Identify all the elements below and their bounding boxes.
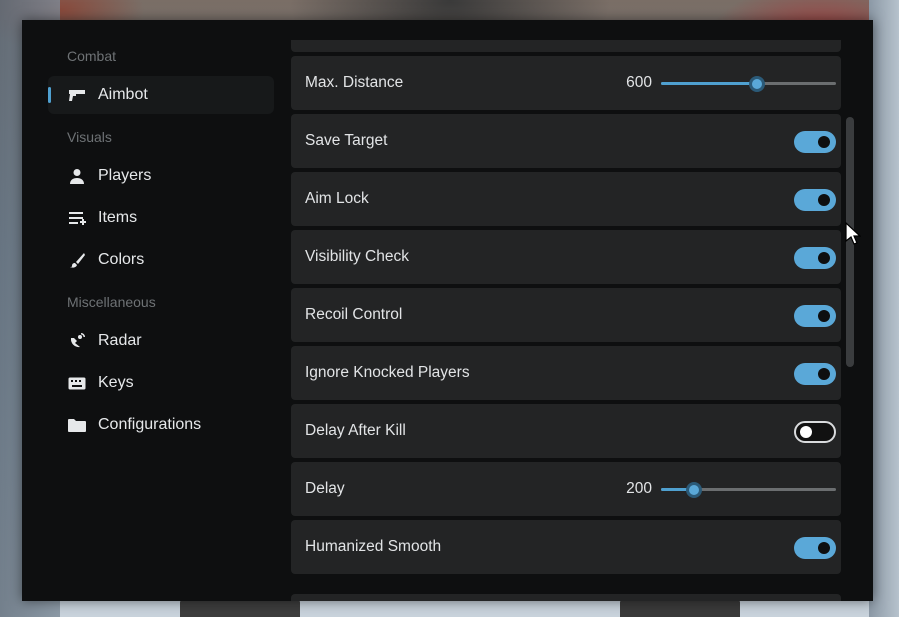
setting-label: Humanized Smooth [305,538,442,555]
max-distance-slider[interactable] [661,76,836,92]
sidebar-item-label: Radar [98,332,142,349]
setting-ignore-knocked-players: Ignore Knocked Players [291,346,841,400]
slider-value: 200 [626,480,652,497]
setting-label: Delay After Kill [305,422,406,439]
satellite-dish-icon [68,333,86,349]
slider-fill [661,82,758,85]
delay-after-kill-toggle[interactable] [794,421,836,443]
list-add-icon [68,210,86,226]
setting-aim-lock: Aim Lock [291,172,841,226]
setting-delay: Delay 200 [291,462,841,516]
sidebar-item-configurations[interactable]: Configurations [48,406,274,444]
setting-label: Visibility Check [305,248,409,265]
sidebar-item-label: Colors [98,251,145,268]
section-label-visuals: Visuals [67,129,112,145]
slider-handle[interactable] [686,482,703,498]
sidebar-item-radar[interactable]: Radar [48,322,274,360]
humanized-smooth-toggle[interactable] [794,537,836,559]
aim-lock-toggle[interactable] [794,189,836,211]
slider-handle[interactable] [749,76,766,92]
setting-max-distance: Max. Distance 600 [291,56,841,110]
toggle-knob [818,310,830,322]
setting-delay-after-kill: Delay After Kill [291,404,841,458]
sidebar-item-colors[interactable]: Colors [48,241,274,279]
sidebar-item-keys[interactable]: Keys [48,364,274,402]
brush-icon [68,252,86,268]
mouse-cursor-icon [845,221,862,251]
person-icon [68,168,86,184]
setting-label: Delay [305,480,345,497]
setting-recoil-control: Recoil Control [291,288,841,342]
setting-label: Aim Lock [305,190,369,207]
toggle-knob [818,136,830,148]
ignore-knocked-players-toggle[interactable] [794,363,836,385]
sidebar-item-label: Players [98,167,152,184]
setting-visibility-check: Visibility Check [291,230,841,284]
sidebar-item-label: Aimbot [98,86,148,103]
setting-label: Max. Distance [305,74,404,91]
folder-icon [68,417,86,433]
setting-humanized-smooth: Humanized Smooth [291,520,841,574]
setting-label: Ignore Knocked Players [305,364,470,381]
setting-save-target: Save Target [291,114,841,168]
settings-list: Max. Distance 600 Save Target Aim Lock V… [291,20,843,601]
toggle-knob [818,542,830,554]
slider-value: 600 [626,74,652,91]
setting-label: Save Target [305,132,388,149]
toggle-knob [800,426,812,438]
sidebar: Combat Aimbot Visuals Players Items Colo… [22,20,290,601]
toggle-knob [818,252,830,264]
settings-row-partial [291,40,841,52]
active-indicator [48,87,51,103]
gun-icon [68,87,86,103]
sidebar-item-players[interactable]: Players [48,157,274,195]
delay-slider[interactable] [661,482,836,498]
visibility-check-toggle[interactable] [794,247,836,269]
keyboard-icon [68,375,86,391]
settings-window: Combat Aimbot Visuals Players Items Colo… [22,20,873,601]
background-decoration [869,0,899,617]
toggle-knob [818,368,830,380]
toggle-knob [818,194,830,206]
sidebar-item-items[interactable]: Items [48,199,274,237]
section-label-miscellaneous: Miscellaneous [67,294,156,310]
recoil-control-toggle[interactable] [794,305,836,327]
sidebar-item-label: Keys [98,374,134,391]
sidebar-item-label: Configurations [98,416,202,433]
section-label-combat: Combat [67,48,117,64]
sidebar-item-label: Items [98,209,138,226]
settings-row-partial [291,594,841,601]
save-target-toggle[interactable] [794,131,836,153]
sidebar-item-aimbot[interactable]: Aimbot [48,76,274,114]
setting-label: Recoil Control [305,306,403,323]
